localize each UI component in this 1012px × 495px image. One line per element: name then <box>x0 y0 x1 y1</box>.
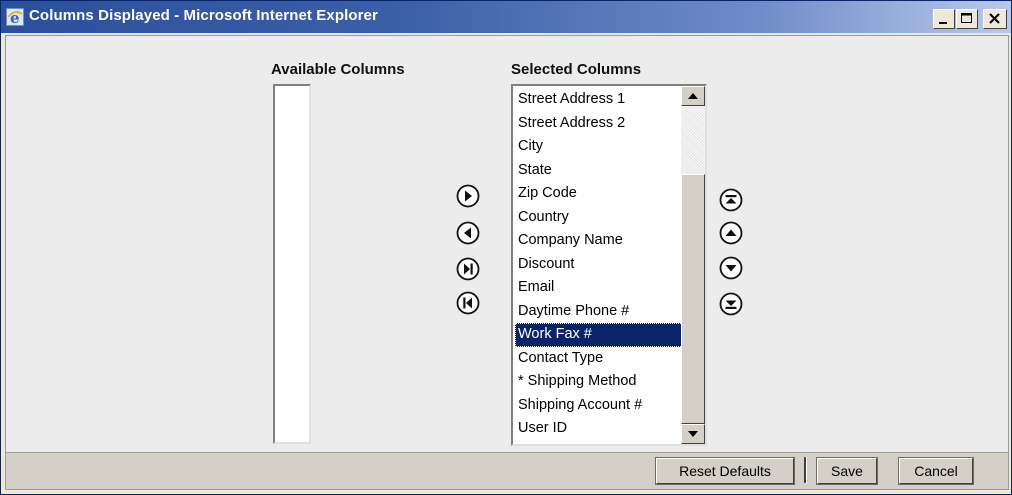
move-up-button[interactable] <box>719 221 743 245</box>
list-item[interactable]: City <box>515 135 683 159</box>
maximize-button[interactable] <box>956 9 978 29</box>
window-title: Columns Displayed - Microsoft Internet E… <box>29 7 378 24</box>
scroll-track[interactable] <box>681 106 705 174</box>
move-right-button[interactable] <box>456 184 480 208</box>
move-top-button[interactable] <box>719 188 743 212</box>
close-icon <box>989 13 1000 24</box>
list-item[interactable]: Zip Code <box>515 182 683 206</box>
list-item[interactable]: Discount <box>515 253 683 277</box>
move-bottom-button[interactable] <box>719 292 743 316</box>
move-all-right-button[interactable] <box>456 257 480 281</box>
selected-columns-heading: Selected Columns <box>511 61 642 78</box>
minimize-button[interactable] <box>933 9 955 29</box>
title-bar[interactable]: e Columns Displayed - Microsoft Internet… <box>1 1 1011 33</box>
move-down-button[interactable] <box>719 256 743 280</box>
list-item[interactable]: Email <box>515 276 683 300</box>
list-item[interactable]: Daytime Phone # <box>515 300 683 324</box>
scroll-thumb[interactable] <box>681 174 705 424</box>
internet-explorer-icon: e <box>6 8 24 26</box>
dialog-body <box>5 35 1009 453</box>
list-item[interactable]: Company Name <box>515 229 683 253</box>
move-all-left-button[interactable] <box>456 291 480 315</box>
dialog-window: e Columns Displayed - Microsoft Internet… <box>0 0 1012 495</box>
minimize-icon <box>939 22 947 24</box>
list-item[interactable]: Street Address 2 <box>515 112 683 136</box>
list-item[interactable]: Work Fax # <box>515 323 683 347</box>
available-columns-heading: Available Columns <box>271 61 405 78</box>
selected-columns-list[interactable]: Street Address 1 Street Address 2 City Stat… <box>511 84 707 446</box>
reset-defaults-button[interactable]: Reset Defaults <box>655 457 795 485</box>
selected-columns-items: Street Address 1 Street Address 2 City Stat… <box>515 88 683 441</box>
list-item[interactable]: Street Address 1 <box>515 88 683 112</box>
scroll-up-button[interactable] <box>681 86 705 106</box>
list-item[interactable]: Country <box>515 206 683 230</box>
available-columns-list[interactable] <box>273 84 311 444</box>
close-button[interactable] <box>983 9 1007 29</box>
list-item[interactable]: User ID <box>515 417 683 441</box>
save-button[interactable]: Save <box>816 457 878 485</box>
list-scrollbar[interactable] <box>681 86 705 444</box>
maximize-icon <box>961 13 972 23</box>
cancel-button[interactable]: Cancel <box>898 457 974 485</box>
move-left-button[interactable] <box>456 221 480 245</box>
list-item[interactable]: Contact Type <box>515 347 683 371</box>
scroll-down-button[interactable] <box>681 424 705 444</box>
list-item[interactable]: * Shipping Method <box>515 370 683 394</box>
list-item[interactable]: State <box>515 159 683 183</box>
footer-separator <box>804 457 807 483</box>
scroll-up-arrow-icon <box>688 93 698 99</box>
list-item[interactable]: Shipping Account # <box>515 394 683 418</box>
scroll-down-arrow-icon <box>688 431 698 437</box>
